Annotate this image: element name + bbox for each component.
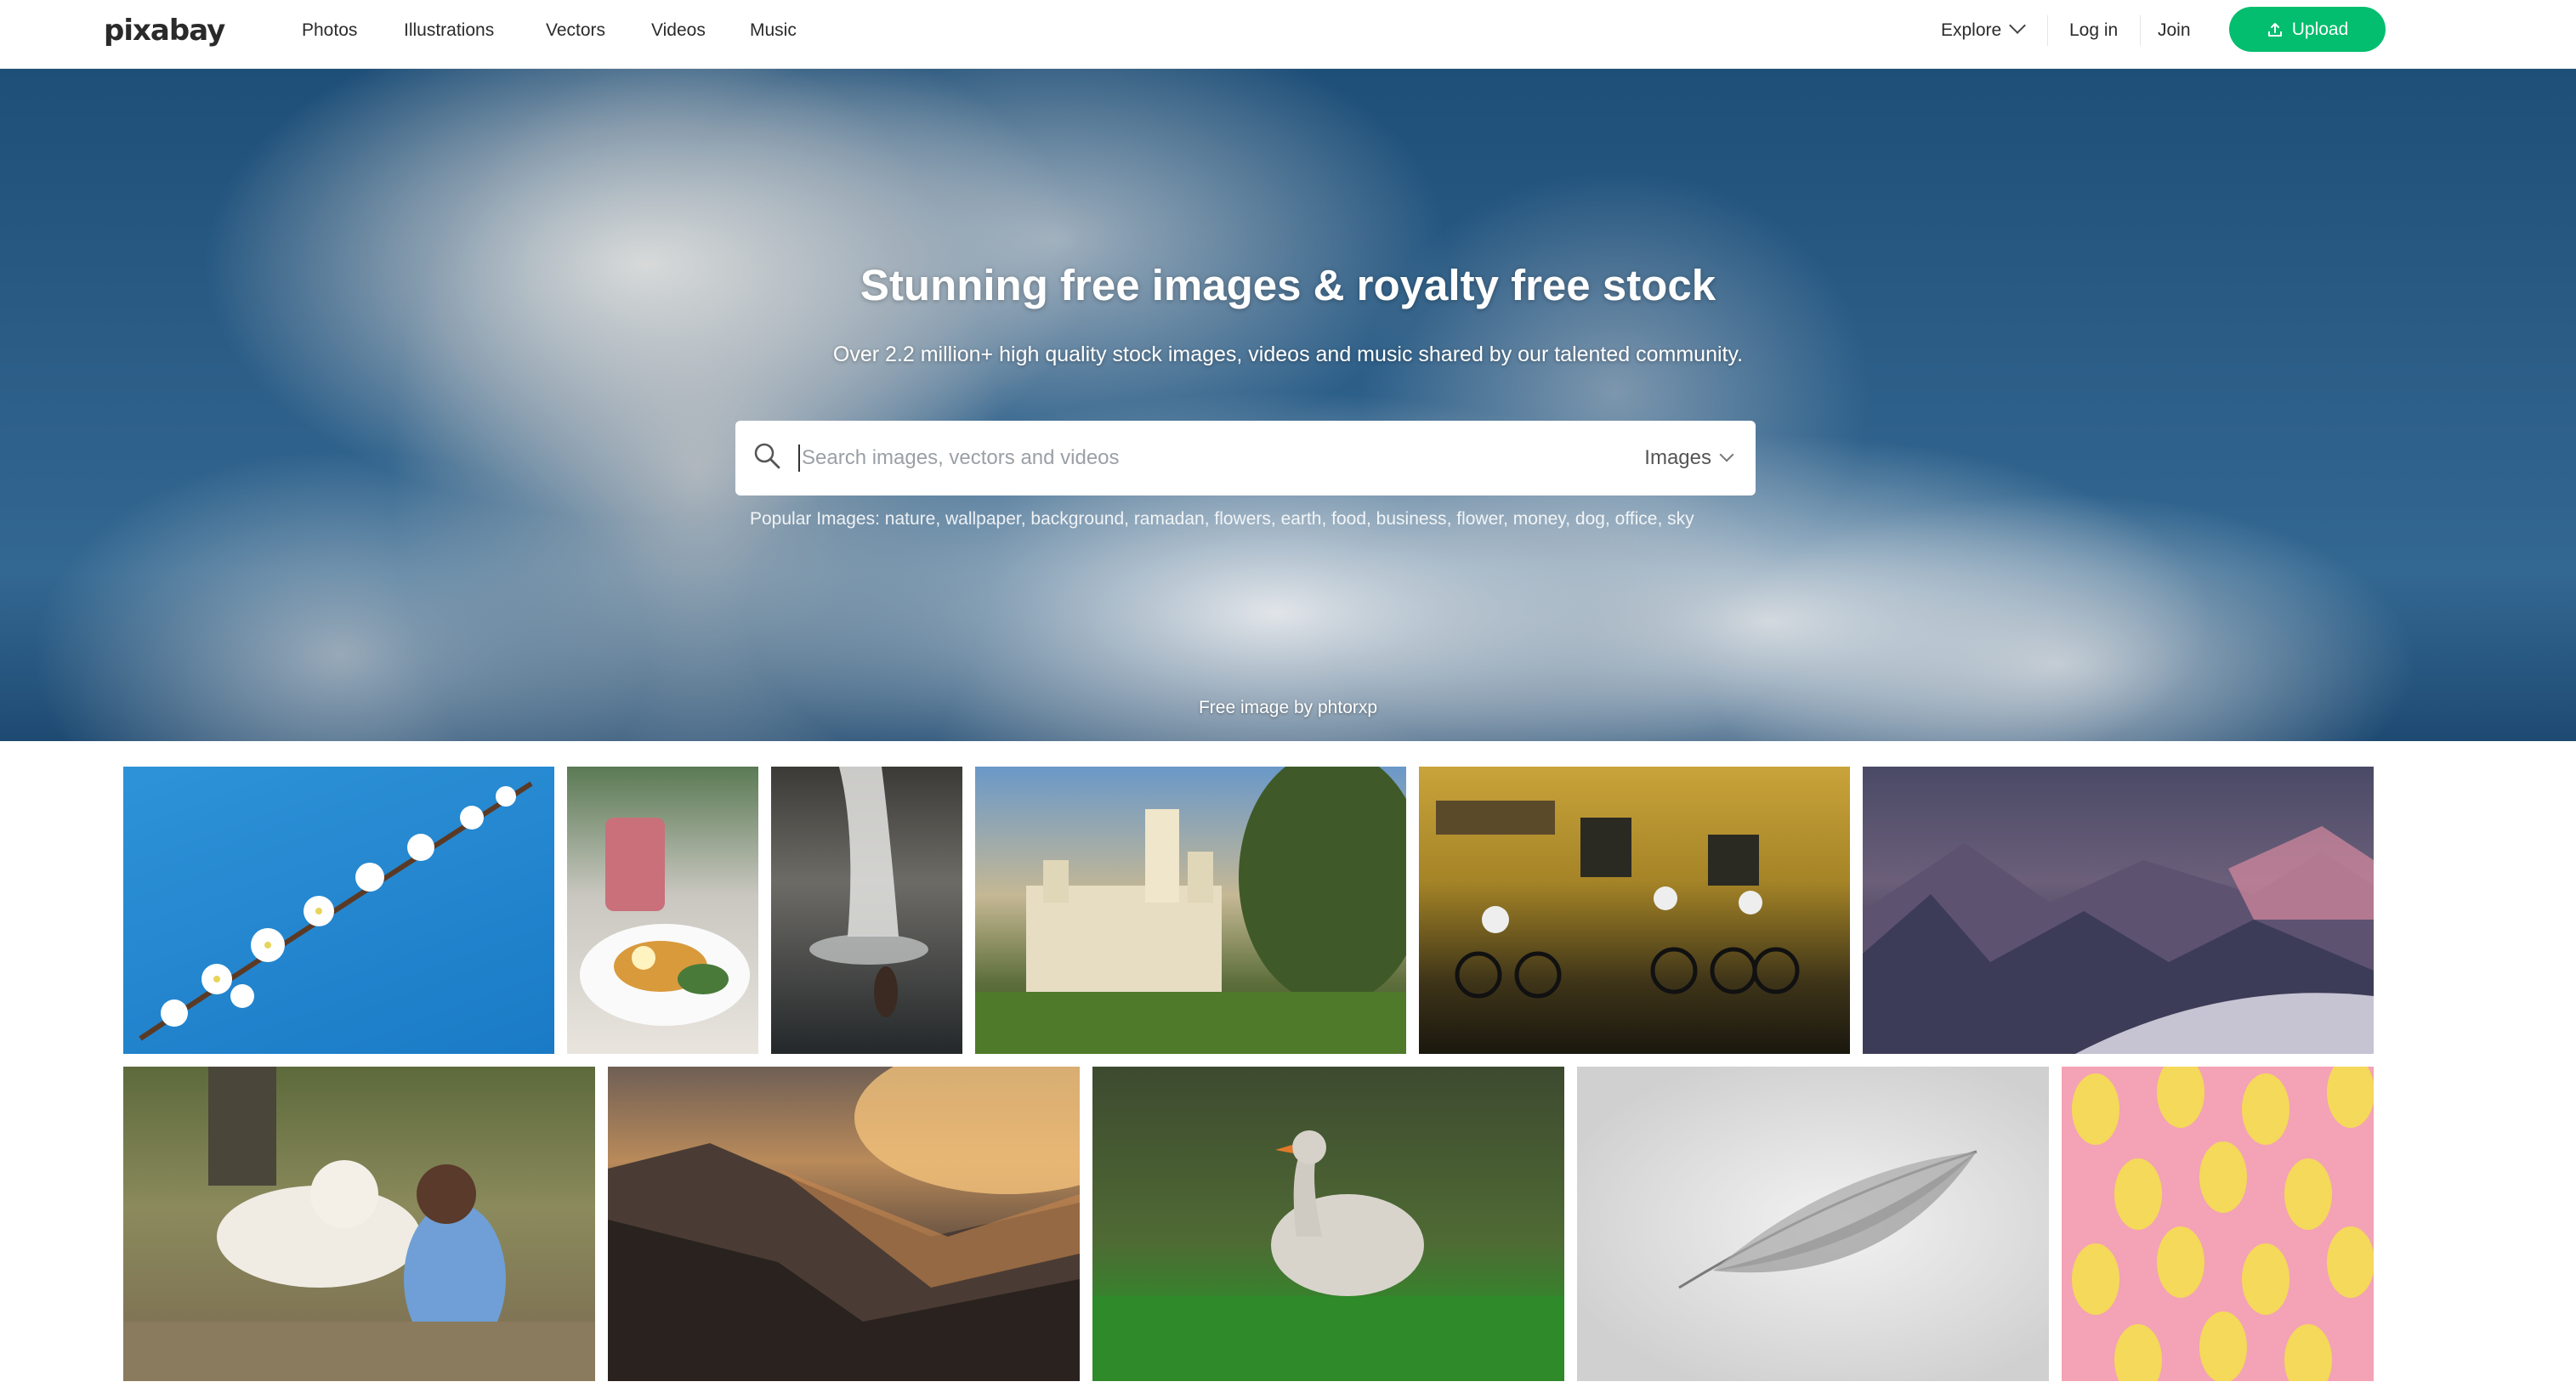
popular-tag-business[interactable]: business (1376, 509, 1447, 529)
explore-label: Explore (1941, 20, 2002, 40)
media-type-select[interactable]: Images (1644, 446, 1734, 470)
top-navigation-bar: pixabay Photos Illustrations Vectors Vid… (0, 0, 2576, 69)
popular-tag-dog[interactable]: dog (1575, 509, 1605, 529)
popular-tag-sky[interactable]: sky (1667, 509, 1694, 529)
mountain-sunset-art (608, 1067, 1080, 1381)
popular-tag-background[interactable]: background (1030, 509, 1124, 529)
popular-tag-nature[interactable]: nature (885, 509, 936, 529)
search-input[interactable] (800, 436, 1480, 480)
castle-art (975, 767, 1406, 1054)
popular-searches: Popular Images: nature, wallpaper, backg… (750, 509, 1694, 529)
divider (2140, 15, 2141, 46)
gallery-image-mountain-night[interactable] (1863, 767, 2374, 1054)
mountain-night-art (1863, 802, 2374, 1054)
popular-tag-office[interactable]: office (1615, 509, 1658, 529)
hero-title: Stunning free images & royalty free stoc… (860, 261, 1716, 309)
popular-tag-flower[interactable]: flower (1456, 509, 1503, 529)
gallery-image-breakfast[interactable] (567, 767, 758, 1054)
hero-subtitle: Over 2.2 million+ high quality stock ima… (832, 343, 1744, 366)
gallery-image-goose[interactable] (1092, 1067, 1564, 1381)
cherry-blossom-art (139, 781, 533, 1041)
waterfall-art (809, 767, 928, 1017)
gallery-image-castle[interactable] (975, 767, 1406, 1054)
search-icon[interactable] (752, 441, 783, 472)
gallery-image-waterfall[interactable] (771, 767, 962, 1054)
nav-videos[interactable]: Videos (651, 20, 706, 41)
gallery-image-dog-and-girl[interactable] (123, 1067, 595, 1381)
feather-art (1678, 1150, 1977, 1289)
search-bar: Images (735, 421, 1756, 495)
popular-tag-earth[interactable]: earth (1281, 509, 1322, 529)
join-link[interactable]: Join (2158, 20, 2191, 41)
cyclists-art (1436, 801, 1800, 999)
nav-vectors[interactable]: Vectors (546, 20, 605, 41)
popular-tag-wallpaper[interactable]: wallpaper (945, 509, 1021, 529)
popular-tag-food[interactable]: food (1331, 509, 1366, 529)
dog-girl-art (123, 1067, 595, 1381)
chevron-down-icon (2009, 17, 2027, 34)
gallery-image-cherry-blossom[interactable] (123, 767, 554, 1054)
explore-dropdown[interactable]: Explore (1941, 17, 2027, 41)
breakfast-art (580, 818, 750, 1026)
hero-banner: Stunning free images & royalty free stoc… (0, 69, 2576, 741)
gallery-image-feather[interactable] (1577, 1067, 2049, 1381)
upload-label: Upload (2291, 19, 2349, 39)
login-link[interactable]: Log in (2069, 20, 2118, 41)
popular-tag-money[interactable]: money (1513, 509, 1565, 529)
goose-art (1092, 1130, 1564, 1381)
upload-button[interactable]: Upload (2229, 7, 2386, 52)
popular-label: Popular Images: (750, 509, 880, 529)
popular-tag-ramadan[interactable]: ramadan (1134, 509, 1205, 529)
chevron-down-icon (1719, 447, 1734, 462)
divider (2047, 15, 2048, 46)
pixabay-logo[interactable]: pixabay (104, 14, 225, 48)
popular-tag-flowers[interactable]: flowers (1214, 509, 1271, 529)
gallery-image-lemon-pattern[interactable] (2062, 1067, 2374, 1381)
media-type-label: Images (1644, 446, 1711, 469)
lemon-pattern-art (2072, 1067, 2374, 1381)
nav-photos[interactable]: Photos (302, 20, 357, 41)
nav-illustrations[interactable]: Illustrations (404, 20, 494, 41)
hero-image-credit[interactable]: Free image by phtorxp (0, 698, 2576, 718)
nav-music[interactable]: Music (750, 20, 797, 41)
gallery-image-cyclists[interactable] (1419, 767, 1850, 1054)
gallery-image-mountain-sunset[interactable] (608, 1067, 1080, 1381)
upload-icon (2267, 22, 2282, 37)
